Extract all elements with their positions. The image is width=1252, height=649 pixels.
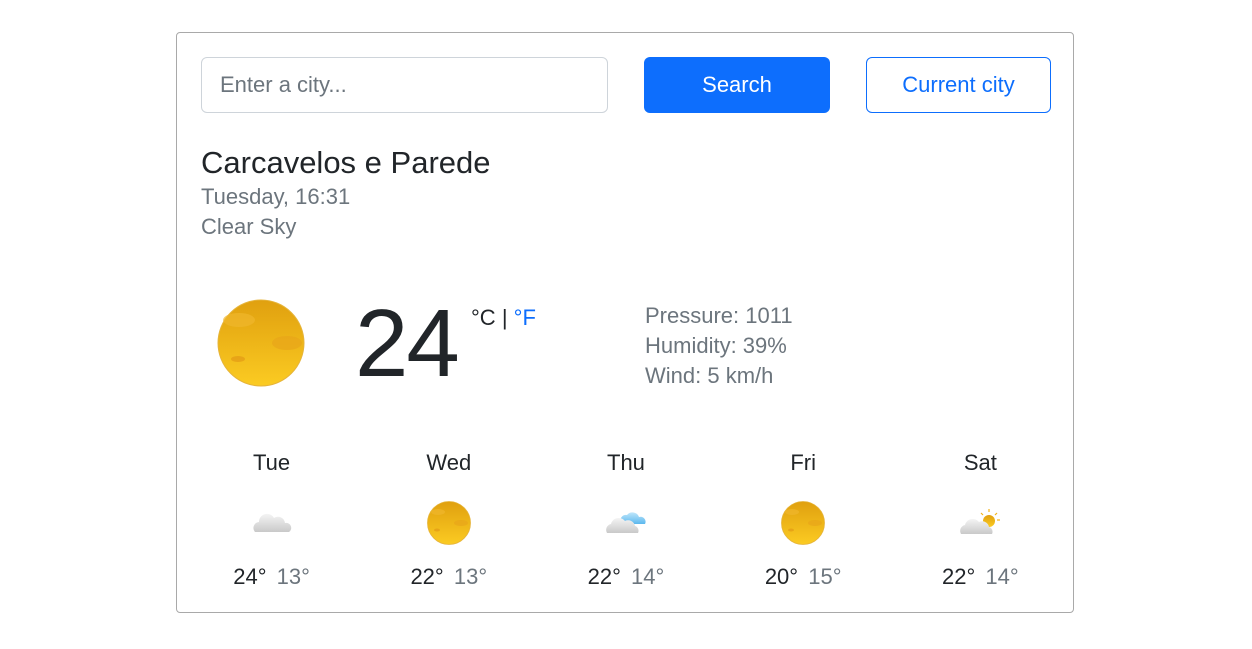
forecast-day: Tue 24° 13° — [183, 448, 360, 589]
sun-icon — [426, 501, 471, 545]
forecast-min-temp: 15° — [808, 564, 842, 589]
weather-card: Search Current city Carcavelos e Parede … — [176, 32, 1074, 613]
unit-toggle: °C | °F — [471, 303, 536, 333]
sun-icon — [781, 501, 826, 545]
forecast-list: Tue 24° 13° Wed 22° 13° Thu 22° 14° Fri … — [183, 448, 1069, 589]
fahrenheit-link[interactable]: °F — [514, 305, 536, 330]
forecast-max-temp: 20° — [764, 564, 799, 589]
sun-icon — [217, 299, 305, 387]
forecast-min-temp: 14° — [985, 564, 1019, 589]
forecast-max-temp: 22° — [587, 564, 621, 589]
search-input[interactable] — [201, 57, 608, 113]
forecast-day-name: Fri — [790, 450, 816, 475]
weather-details: Pressure: 1011 Humidity: 39% Wind: 5 km/… — [645, 301, 793, 391]
city-name: Carcavelos e Parede — [201, 145, 491, 180]
current-city-button[interactable]: Current city — [866, 57, 1051, 113]
forecast-min-temp: 14° — [631, 564, 665, 589]
forecast-day-name: Sat — [963, 450, 997, 475]
forecast-temps: 22° 13° — [360, 562, 537, 592]
forecast-min-temp: 13° — [276, 564, 310, 589]
forecast-day-name: Wed — [426, 450, 472, 475]
forecast-temps: 20° 15° — [715, 562, 892, 592]
celsius-unit: °C — [471, 305, 496, 330]
forecast-max-temp: 22° — [410, 564, 444, 589]
forecast-day-name: Thu — [607, 450, 645, 475]
forecast-day-name: Tue — [253, 450, 291, 475]
pressure-value: Pressure: 1011 — [645, 303, 793, 328]
cloud-icon — [606, 512, 646, 533]
forecast-day: Fri 20° 15° — [715, 448, 892, 589]
humidity-value: Humidity: 39% — [645, 333, 787, 358]
weather-description: Clear Sky — [201, 214, 297, 239]
forecast-min-temp: 13° — [453, 564, 488, 589]
search-button[interactable]: Search — [644, 57, 830, 113]
partly-cloudy-icon — [960, 509, 1001, 534]
forecast-day: Sat 22° 14° — [892, 448, 1069, 589]
date-time: Tuesday, 16:31 — [201, 184, 351, 209]
current-temperature: 24 — [355, 290, 460, 397]
forecast-temps: 22° 14° — [892, 562, 1069, 592]
forecast-day: Thu 22° 14° — [537, 448, 714, 589]
wind-value: Wind: 5 km/h — [645, 363, 774, 388]
forecast-max-temp: 24° — [233, 564, 267, 589]
forecast-temps: 24° 13° — [183, 562, 360, 592]
forecast-max-temp: 22° — [942, 564, 976, 589]
unit-separator: | — [501, 305, 508, 330]
forecast-day: Wed 22° 13° — [360, 448, 537, 589]
cloud-icon — [253, 513, 291, 532]
forecast-temps: 22° 14° — [537, 562, 714, 592]
